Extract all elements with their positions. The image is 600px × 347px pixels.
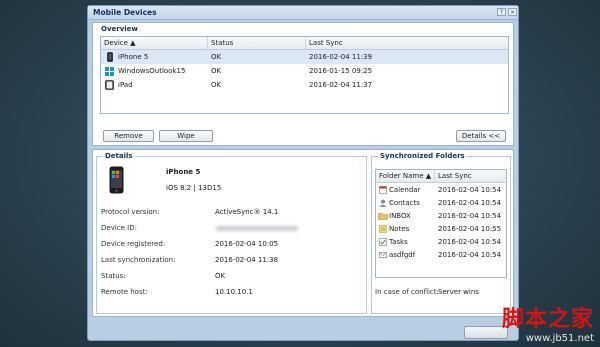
device-name: iPhone 5 [118,53,149,61]
device-id-redacted [216,226,298,231]
details-fieldset: Details iPhone 5 iOS 8.2 | 13D15 Protoco… [96,152,367,314]
folder-last-sync: 2016-02-04 10:55 [438,225,502,233]
title-bar: Mobile Devices ? × [88,6,518,20]
folder-last-sync: 2016-02-04 10:54 [438,199,502,207]
device-last-sync: 2016-02-04 11:39 [309,53,373,61]
iphone-device-icon [109,166,124,194]
watermark-title: 脚本之家 [501,306,594,332]
device-row[interactable]: iPad OK 2016-02-04 11:37 [101,78,508,92]
details-os-version: iOS 8.2 | 13D15 [166,184,222,192]
details-device-name: iPhone 5 [166,168,201,176]
column-last-sync[interactable]: Last Sync [306,37,508,49]
help-button[interactable]: ? [497,8,506,16]
folder-row[interactable]: INBOX 2016-02-04 10:54 [376,211,506,222]
watermark: 脚本之家 www.jb51.net [502,301,594,344]
overview-panel: Overview Device ▲ Status Last Sync iPhon… [92,22,514,146]
watermark-url: www.jb51.net [525,333,594,344]
dialog-title: Mobile Devices [93,8,157,17]
conflict-label: In case of conflict: [375,288,439,296]
last-sync-label: Last synchronization: [101,256,176,264]
device-id-label: Device ID: [101,224,137,232]
phone-icon [107,52,113,62]
protocol-version-label: Protocol version: [101,208,160,216]
folder-name: Calendar [389,186,421,194]
folder-name: INBOX [389,212,411,220]
tablet-icon [105,80,114,90]
folder-name: Contacts [389,199,420,207]
device-row[interactable]: iPhone 5 OK 2016-02-04 11:39 [101,50,508,64]
device-status: OK [211,81,222,89]
help-icon: ? [499,9,504,16]
folder-row[interactable]: asdfgdf 2016-02-04 10:54 [376,250,506,261]
device-status: OK [211,67,222,75]
tasks-icon [379,238,387,246]
status-label: Status: [101,272,126,280]
folder-row[interactable]: Contacts 2016-02-04 10:54 [376,198,506,209]
details-legend: Details [103,152,135,160]
remote-host-label: Remote host: [101,288,148,296]
details-panel: Details iPhone 5 iOS 8.2 | 13D15 Protoco… [92,149,514,317]
sync-folders-fieldset: Synchronized Folders Folder Name ▲ Last … [371,152,511,314]
folder-last-sync: 2016-02-04 10:54 [438,212,502,220]
wipe-button[interactable]: Wipe [159,130,213,142]
notes-icon [379,225,387,233]
device-row[interactable]: WindowsOutlook15 OK 2016-01-15 09:25 [101,64,508,78]
status-value: OK [215,272,226,280]
contacts-icon [379,199,387,207]
remote-host-value: 10.10.10.1 [215,288,253,296]
device-status: OK [211,53,222,61]
mobile-devices-dialog: Mobile Devices ? × Overview Device ▲ Sta… [87,5,519,341]
overview-fieldset: Overview Device ▲ Status Last Sync iPhon… [96,25,510,144]
column-device[interactable]: Device ▲ [101,37,208,49]
close-button[interactable]: × [508,8,517,16]
folder-name: Tasks [389,238,408,246]
device-last-sync: 2016-02-04 11:37 [309,81,373,89]
folder-grid: Folder Name ▲ Last Sync Calendar 2016-02… [375,169,507,278]
close-icon: × [509,9,516,16]
column-status[interactable]: Status [208,37,306,49]
column-folder-name[interactable]: Folder Name ▲ [376,170,435,182]
device-last-sync: 2016-01-15 09:25 [309,67,373,75]
overview-legend: Overview [99,25,140,33]
folder-last-sync: 2016-02-04 10:54 [438,186,502,194]
mail-folder-icon [379,252,387,258]
device-grid-header: Device ▲ Status Last Sync [101,37,508,50]
column-folder-last-sync[interactable]: Last Sync [435,170,506,182]
folder-last-sync: 2016-02-04 10:54 [438,238,502,246]
details-toggle-button[interactable]: Details << [456,130,506,142]
folder-row[interactable]: Notes 2016-02-04 10:55 [376,224,506,235]
folder-row[interactable]: Calendar 2016-02-04 10:54 [376,185,506,196]
protocol-version-value: ActiveSync® 14.1 [215,208,279,216]
last-sync-value: 2016-02-04 11:38 [215,256,279,264]
folder-name: asdfgdf [389,251,416,259]
remove-button[interactable]: Remove [103,130,154,142]
device-grid: Device ▲ Status Last Sync iPhone 5 OK 20… [100,36,509,114]
folder-row[interactable]: Tasks 2016-02-04 10:54 [376,237,506,248]
folder-last-sync: 2016-02-04 10:54 [438,251,502,259]
device-name: WindowsOutlook15 [118,67,186,75]
conflict-value[interactable]: Server wins [438,288,479,296]
sync-folders-legend: Synchronized Folders [378,152,467,160]
windows-icon [105,67,114,76]
folder-grid-header: Folder Name ▲ Last Sync [376,170,506,183]
inbox-folder-icon [378,213,388,220]
folder-name: Notes [389,225,410,233]
calendar-icon [379,186,387,194]
device-registered-value: 2016-02-04 10:05 [215,240,279,248]
device-registered-label: Device registered: [101,240,166,248]
device-name: iPad [118,81,133,89]
